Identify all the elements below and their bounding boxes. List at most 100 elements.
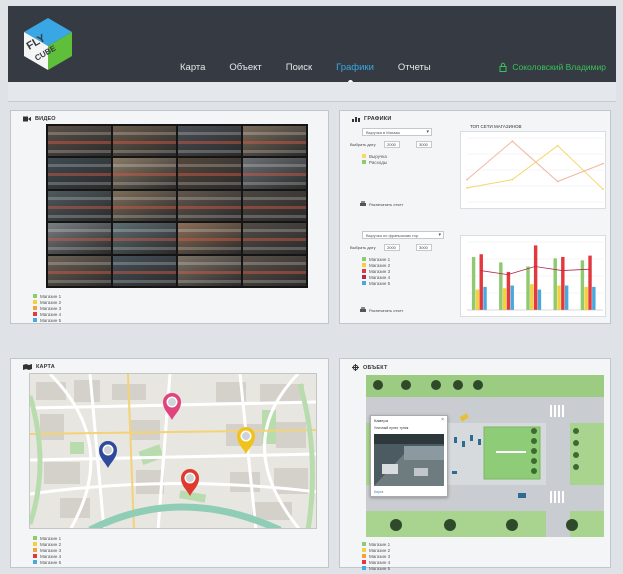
bar xyxy=(584,286,588,310)
bottom-legend: Магазин 1 Магазин 2 Магазин 3 Магазин 4 Мага… xyxy=(362,256,390,286)
bar xyxy=(502,288,507,310)
camera-feed-9[interactable] xyxy=(48,190,111,222)
data-point xyxy=(511,140,514,143)
object-legend: Магазин 1 Магазин 2 Магазин 3 Магазин 4 Мага… xyxy=(362,541,390,571)
legend-swatch xyxy=(362,566,366,570)
bottom-report-label: Распечатать отчет xyxy=(369,307,404,313)
flycube-logo[interactable]: FLY CUBE xyxy=(20,16,76,72)
legend-swatch xyxy=(33,300,37,304)
top-print-report-button[interactable]: Распечатать отчет xyxy=(360,201,403,207)
top-date-from[interactable]: 2000 xyxy=(384,141,400,148)
legend-label: Магазин 4 xyxy=(40,553,62,559)
app-root: FLY CUBE Карта Объект Поиск Графики Отче… xyxy=(0,0,623,574)
nav-item-search[interactable]: Поиск xyxy=(286,62,312,73)
camera-feed-6[interactable] xyxy=(113,158,176,189)
print-icon xyxy=(360,307,366,312)
pin-magenta[interactable] xyxy=(163,393,181,420)
camera-feed-8[interactable] xyxy=(243,158,306,189)
map-icon xyxy=(23,364,32,370)
object-title-text: ОБЪЕКТ xyxy=(363,364,388,371)
print-icon xyxy=(360,201,366,206)
legend-swatch xyxy=(33,536,37,540)
camera-feed-15[interactable] xyxy=(178,223,241,254)
map-legend: Магазин 1 Магазин 2 Магазин 3 Магазин 4 Мага… xyxy=(33,535,61,565)
legend-swatch xyxy=(362,542,366,546)
video-title-text: ВИДЕО xyxy=(35,116,56,122)
legend-swatch xyxy=(362,548,366,552)
camera-feed-14[interactable] xyxy=(113,223,176,254)
object-floor-plan[interactable]: Камера × Уличный пульт, тупик Карта xyxy=(366,375,604,537)
bottom-date-to[interactable]: 3000 xyxy=(416,244,432,251)
bottom-print-report-button[interactable]: Распечатать отчет xyxy=(360,307,403,313)
legend-swatch xyxy=(362,281,366,285)
camera-feed-16[interactable] xyxy=(243,223,306,254)
bar xyxy=(580,260,585,310)
legend-label: Магазин 3 xyxy=(40,547,62,553)
legend-label: Магазин 1 xyxy=(369,541,391,547)
bar xyxy=(530,284,534,310)
camera-feed-1[interactable] xyxy=(48,126,111,157)
top-metric-select[interactable]: Выручка в Магазы xyxy=(362,128,432,136)
data-point xyxy=(466,178,468,181)
legend-label: Магазин 1 xyxy=(40,293,62,299)
pin-red[interactable] xyxy=(181,469,199,496)
legend-label: Магазин 5 xyxy=(40,559,62,565)
close-icon[interactable]: × xyxy=(441,417,444,423)
legend-label: Магазин 2 xyxy=(369,262,391,268)
legend-swatch xyxy=(33,306,37,310)
top-date-to[interactable]: 3000 xyxy=(416,141,432,148)
video-panel: ВИДЕО Магазин 1 Магазин 2 Магазин 3 Магазин… xyxy=(10,110,329,324)
camera-popup[interactable]: Камера × Уличный пульт, тупик Карта xyxy=(370,415,448,497)
city-map[interactable] xyxy=(29,373,317,529)
user-menu[interactable]: Соколовский Владимир xyxy=(498,62,606,72)
top-line-chart xyxy=(460,131,606,209)
camera-feed-4[interactable] xyxy=(243,126,306,157)
legend-label: Магазин 5 xyxy=(369,280,391,286)
bar xyxy=(588,255,592,310)
legend-label: Магазин 3 xyxy=(369,553,391,559)
bar xyxy=(533,245,538,310)
nav-item-reports[interactable]: Отчеты xyxy=(398,62,431,73)
camera-feed-7[interactable] xyxy=(178,158,241,189)
camera-feed-5[interactable] xyxy=(48,158,111,189)
legend-label: Магазин 4 xyxy=(369,274,391,280)
camera-feed-10[interactable] xyxy=(113,190,176,222)
camera-feed-3[interactable] xyxy=(178,126,241,157)
bar xyxy=(483,286,487,310)
nav-item-object[interactable]: Объект xyxy=(229,62,261,73)
bottom-metric-select[interactable]: Выручка по франшизам тор. xyxy=(362,231,444,239)
bottom-date-from[interactable]: 2000 xyxy=(384,244,400,251)
camera-feed-11[interactable] xyxy=(178,190,241,222)
pin-yellow[interactable] xyxy=(237,427,255,454)
data-point xyxy=(556,144,559,147)
popup-map-link[interactable]: Карта xyxy=(374,490,383,494)
data-point xyxy=(602,162,604,165)
camera-feed-18[interactable] xyxy=(113,255,176,286)
crosshair-icon xyxy=(352,364,359,371)
camera-feed-17[interactable] xyxy=(48,255,111,286)
pin-blue[interactable] xyxy=(99,441,117,468)
legend-item: Магазин 5 xyxy=(362,565,390,571)
video-wall xyxy=(46,124,308,288)
video-legend: Магазин 1 Магазин 2 Магазин 3 Магазин 4 Мага… xyxy=(33,293,61,323)
bar xyxy=(471,256,476,310)
bar xyxy=(592,286,596,310)
camera-snapshot xyxy=(374,434,444,486)
camera-feed-19[interactable] xyxy=(178,255,241,286)
main-nav: Карта Объект Поиск Графики Отчеты xyxy=(180,62,431,73)
top-chart-title: ТОП СЕТИ МАГАЗИНОВ xyxy=(470,124,522,129)
legend-label: Расходы xyxy=(369,159,388,165)
video-camera-icon xyxy=(23,116,31,122)
camera-feed-20[interactable] xyxy=(243,255,306,286)
nav-item-charts[interactable]: Графики xyxy=(336,62,374,73)
legend-swatch xyxy=(33,548,37,552)
series-line-2 xyxy=(466,140,604,183)
camera-feed-13[interactable] xyxy=(48,223,111,254)
map-title-text: КАРТА xyxy=(36,364,55,370)
camera-feed-2[interactable] xyxy=(113,126,176,157)
camera-feed-12[interactable] xyxy=(243,190,306,222)
charts-panel: ГРАФИКИ Выручка в Магазы Выбрать дату 20… xyxy=(339,110,611,324)
legend-item: Расходы xyxy=(362,159,387,165)
nav-item-map[interactable]: Карта xyxy=(180,62,205,73)
legend-swatch xyxy=(33,560,37,564)
